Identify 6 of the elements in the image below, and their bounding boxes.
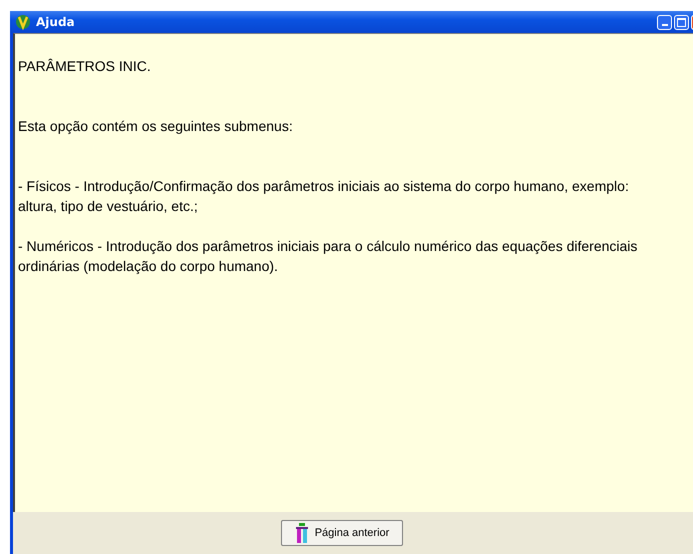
- help-paragraph: Esta opção contém os seguintes submenus:: [18, 117, 294, 136]
- window-title: Ajuda: [36, 15, 75, 29]
- previous-page-button[interactable]: Página anterior: [281, 520, 403, 546]
- help-paragraph: - Físicos - Introdução/Confirmação dos parâmetros iniciais ao sistema do corpo humano, exemplo: altura, tipo de vestuário, etc.;: [18, 177, 630, 216]
- help-paragraph: PARÂMETROS INIC.: [18, 57, 152, 76]
- help-paragraph: - Numéricos - Introdução dos parâmetros iniciais para o cálculo numérico das equações diferenciais ordinárias (modelação do corpo humano).: [18, 237, 638, 276]
